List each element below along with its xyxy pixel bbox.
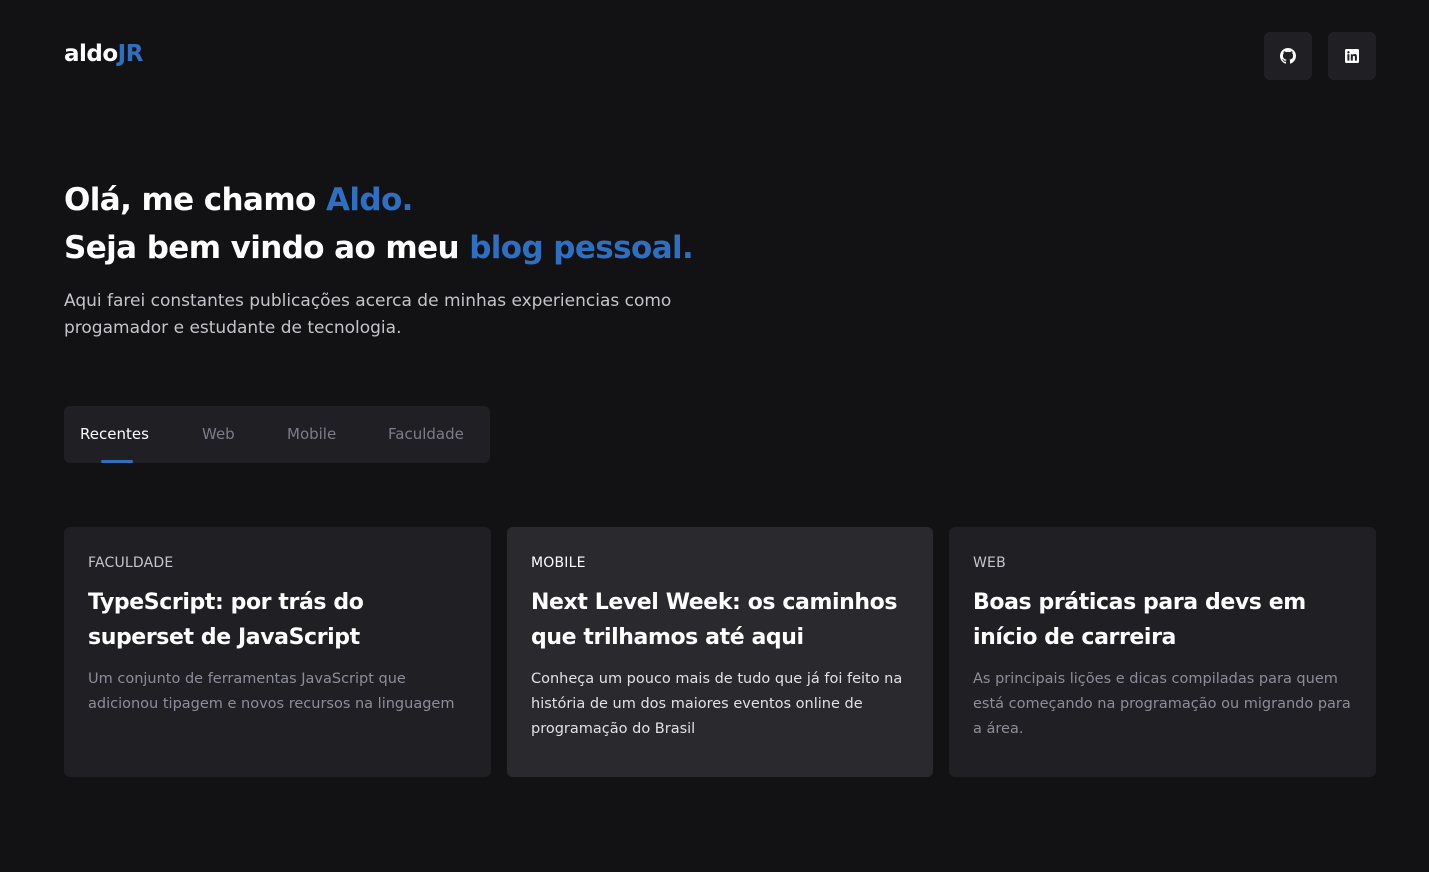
site-header: aldoJR [64,32,1376,80]
hero-line1-accent: Aldo. [325,182,413,218]
hero-line2-text: Seja bem vindo ao meu [64,230,470,266]
linkedin-button[interactable] [1328,32,1376,80]
post-list: FACULDADE TypeScript: por trás do supers… [64,527,1376,777]
tab-mobile[interactable]: Mobile [287,406,336,463]
post-category: WEB [973,555,1006,571]
post-card-next-level-week[interactable]: MOBILE Next Level Week: os caminhos que … [507,527,933,777]
post-title: TypeScript: por trás do superset de Java… [88,590,364,650]
tab-web[interactable]: Web [202,406,235,463]
active-tab-indicator [101,460,133,463]
github-icon [1280,48,1296,64]
post-card-boas-praticas[interactable]: WEB Boas práticas para devs em início de… [949,527,1376,777]
post-description: Um conjunto de ferramentas JavaScript qu… [88,671,455,712]
post-description: Conheça um pouco mais de tudo que já foi… [531,671,903,737]
github-button[interactable] [1264,32,1312,80]
tab-faculdade[interactable]: Faculdade [388,406,464,463]
hero-description: Aqui farei constantes publicações acerca… [64,291,672,338]
post-category: FACULDADE [88,555,174,571]
logo-accent: JR [117,41,144,67]
tab-recentes[interactable]: Recentes [80,406,149,463]
hero-line2-accent: blog pessoal. [469,230,694,266]
hero-heading: Olá, me chamo Aldo. Seja bem vindo ao meu… [64,176,764,272]
linkedin-icon [1345,49,1359,63]
category-tabs: Recentes Web Mobile Faculdade [64,406,490,463]
post-card-typescript[interactable]: FACULDADE TypeScript: por trás do supers… [64,527,491,777]
logo[interactable]: aldoJR [64,41,143,67]
post-description: As principais lições e dicas compiladas … [973,671,1351,737]
hero-line1-text: Olá, me chamo [64,182,326,218]
post-title: Boas práticas para devs em início de car… [973,590,1306,650]
hero-section: Olá, me chamo Aldo. Seja bem vindo ao meu… [64,176,764,342]
post-title: Next Level Week: os caminhos que trilham… [531,590,898,650]
post-category: MOBILE [531,555,586,571]
logo-main: aldo [64,41,118,67]
